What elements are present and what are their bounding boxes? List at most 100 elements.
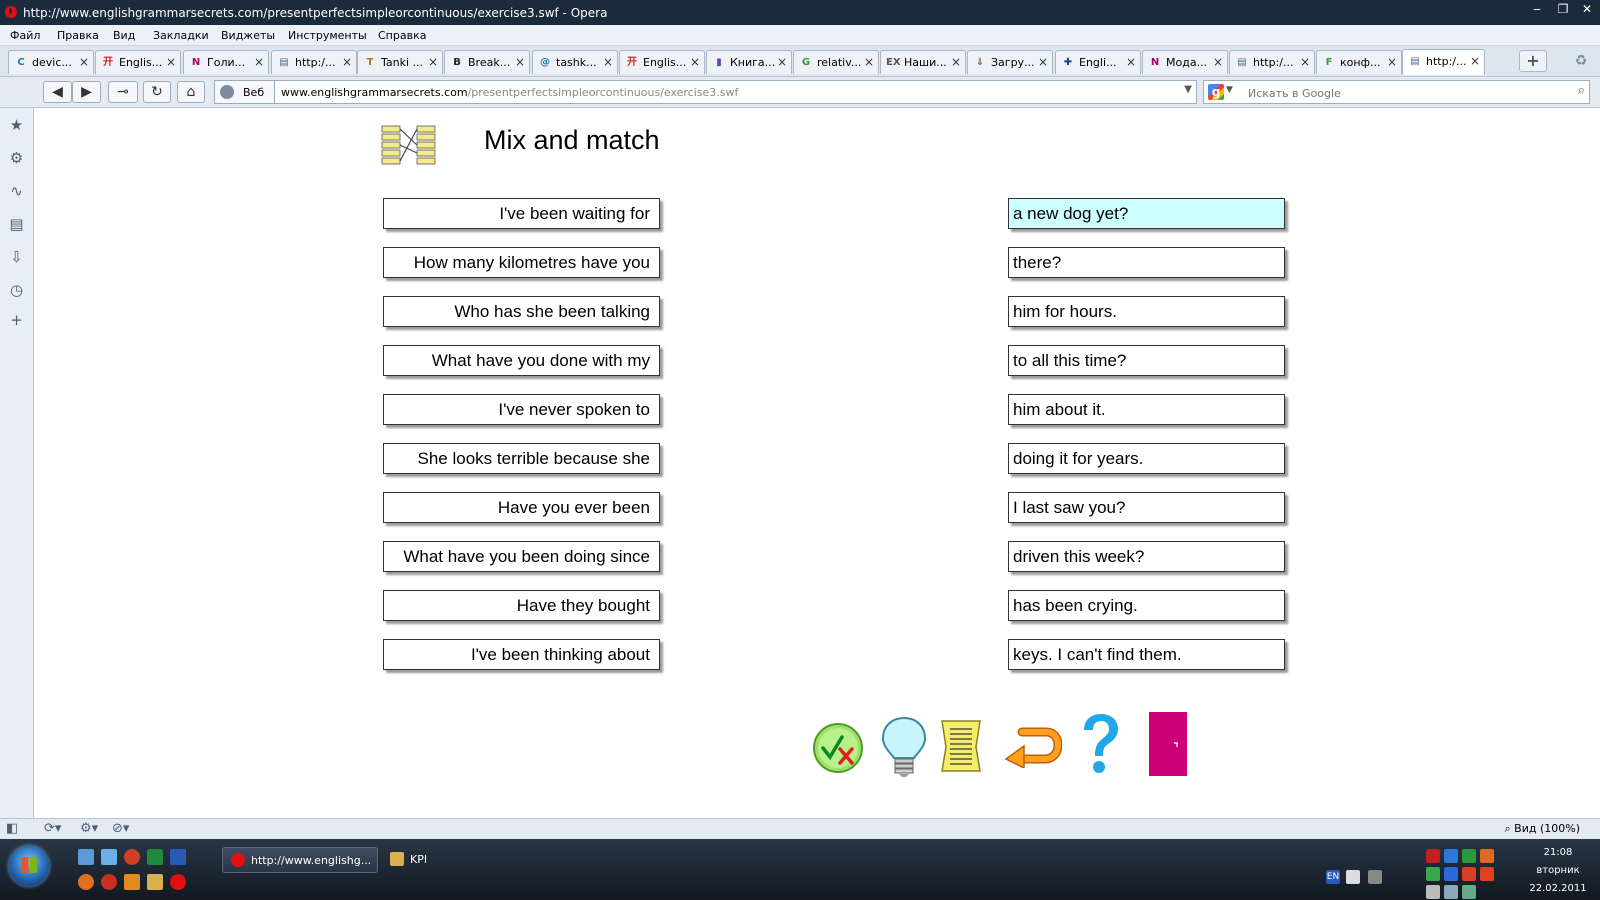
left-phrase-box[interactable]: She looks terrible because she: [383, 443, 660, 474]
tab-2[interactable]: 开 Englis... ×: [95, 50, 181, 74]
left-phrase-box[interactable]: Have they bought: [383, 590, 660, 621]
chrome-quicklaunch-icon[interactable]: [124, 849, 140, 865]
right-phrase-box[interactable]: there?: [1008, 247, 1285, 278]
bluetooth-tray-icon[interactable]: [1444, 867, 1458, 881]
right-phrase-box[interactable]: driven this week?: [1008, 541, 1285, 572]
tab-close-icon[interactable]: ×: [515, 55, 525, 69]
right-phrase-box[interactable]: keys. I can't find them.: [1008, 639, 1285, 670]
left-phrase-box[interactable]: What have you done with my: [383, 345, 660, 376]
tab-1[interactable]: Cdevic... ×: [8, 50, 94, 74]
right-phrase-box[interactable]: doing it for years.: [1008, 443, 1285, 474]
tab-6[interactable]: B Break... ×: [444, 50, 530, 74]
right-phrase-box[interactable]: I last saw you?: [1008, 492, 1285, 523]
bookmarks-panel-icon[interactable]: ★: [7, 116, 26, 135]
tab-9[interactable]: ▮ Книга... ×: [706, 50, 792, 74]
help-question-icon[interactable]: [1078, 712, 1122, 776]
language-indicator[interactable]: EN: [1326, 870, 1340, 884]
search-icon[interactable]: ⌕: [1578, 83, 1585, 98]
tool-quicklaunch-icon[interactable]: [124, 874, 140, 890]
tab-close-icon[interactable]: ×: [428, 55, 438, 69]
unite-icon[interactable]: ⚙▾: [80, 821, 98, 836]
notes-panel-icon[interactable]: ▤: [7, 215, 26, 234]
tab-close-icon[interactable]: ×: [690, 55, 700, 69]
start-button[interactable]: [9, 846, 49, 886]
menu-view[interactable]: Вид: [113, 29, 135, 42]
tab-close-icon[interactable]: ×: [951, 55, 961, 69]
tab-14[interactable]: N Мода... ×: [1142, 50, 1228, 74]
paint-quicklaunch-icon[interactable]: [101, 849, 117, 865]
help-tray-icon[interactable]: [1346, 870, 1360, 884]
home-button[interactable]: ⌂: [177, 81, 205, 103]
taskbar-item-opera[interactable]: http://www.englishg...: [222, 847, 378, 873]
menu-bookmarks[interactable]: Закладки: [153, 29, 209, 42]
nvidia-tray-icon[interactable]: [1462, 885, 1476, 899]
tab-8[interactable]: 开 Englis... ×: [619, 50, 705, 74]
word-quicklaunch-icon[interactable]: [170, 849, 186, 865]
tab-11[interactable]: EX Наши... ×: [880, 50, 966, 74]
google-icon[interactable]: g: [1208, 84, 1224, 100]
hint-lightbulb-icon[interactable]: [880, 716, 928, 778]
downloads-panel-icon[interactable]: ⇩: [7, 248, 26, 267]
minimize-button[interactable]: ‒: [1524, 1, 1550, 18]
tab-5[interactable]: T Tanki ... ×: [357, 50, 443, 74]
tab-7[interactable]: @ tashk... ×: [532, 50, 618, 74]
tab-17[interactable]: ▤ http:/... ×: [1402, 49, 1485, 75]
reset-arrow-icon[interactable]: [1002, 724, 1062, 768]
close-window-button[interactable]: ✕: [1574, 1, 1600, 18]
tab-close-icon[interactable]: ×: [603, 55, 613, 69]
opera-quicklaunch-icon[interactable]: [170, 874, 186, 890]
sync-icon[interactable]: ⟳▾: [44, 821, 61, 836]
new-tab-button[interactable]: +: [1519, 50, 1547, 72]
address-field[interactable]: www.englishgrammarsecrets.com/presentper…: [274, 80, 1197, 104]
forward-button[interactable]: ▶: [72, 81, 101, 103]
network-status-tray-icon[interactable]: [1444, 885, 1458, 899]
menu-edit[interactable]: Правка: [57, 29, 99, 42]
left-phrase-box[interactable]: I've never spoken to: [383, 394, 660, 425]
grid-tray-icon[interactable]: [1480, 867, 1494, 881]
tab-close-icon[interactable]: ×: [1300, 55, 1310, 69]
monitor-tray-icon[interactable]: [1444, 849, 1458, 863]
left-phrase-box[interactable]: How many kilometres have you: [383, 247, 660, 278]
tab-close-icon[interactable]: ×: [1126, 55, 1136, 69]
folder-quicklaunch-icon[interactable]: [147, 874, 163, 890]
right-phrase-box-selected[interactable]: a new dog yet?: [1008, 198, 1285, 229]
turbo-icon[interactable]: ⊘▾: [112, 821, 129, 836]
notes-page-icon[interactable]: [938, 718, 984, 774]
trash-icon[interactable]: ♻: [1572, 53, 1590, 71]
panel-toggle-icon[interactable]: ◧: [6, 821, 18, 836]
tool-tray-icon[interactable]: [1480, 849, 1494, 863]
check-answers-icon[interactable]: [812, 722, 864, 774]
menu-tools[interactable]: Инструменты: [288, 29, 367, 42]
desktop-quicklaunch-icon[interactable]: [78, 849, 94, 865]
tab-10[interactable]: Grelativ... ×: [793, 50, 879, 74]
tab-close-icon[interactable]: ×: [1470, 54, 1480, 68]
web-identity-chip[interactable]: Веб: [214, 80, 274, 104]
history-panel-icon[interactable]: ◷: [7, 281, 26, 300]
restore-button[interactable]: ❐: [1550, 1, 1576, 18]
taskbar-item-kpi[interactable]: KPI: [382, 847, 502, 873]
tab-close-icon[interactable]: ×: [1038, 55, 1048, 69]
left-phrase-box[interactable]: I've been waiting for: [383, 198, 660, 229]
firefox-quicklaunch-icon[interactable]: [78, 874, 94, 890]
tab-close-icon[interactable]: ×: [254, 55, 264, 69]
tab-close-icon[interactable]: ×: [1213, 55, 1223, 69]
left-phrase-box[interactable]: What have you been doing since: [383, 541, 660, 572]
right-phrase-box[interactable]: him for hours.: [1008, 296, 1285, 327]
tab-4[interactable]: ▤ http:/... ×: [271, 50, 357, 74]
add-panel-icon[interactable]: +: [7, 311, 26, 330]
reload-button[interactable]: ↻: [143, 81, 171, 103]
widgets-panel-icon[interactable]: ⚙: [7, 149, 26, 168]
zoom-control[interactable]: ⌕ Вид (100%): [1505, 822, 1581, 836]
left-phrase-box[interactable]: Who has she been talking: [383, 296, 660, 327]
links-panel-icon[interactable]: ∿: [7, 182, 26, 201]
tab-16[interactable]: Fконф... ×: [1316, 50, 1402, 74]
back-button[interactable]: ◀: [43, 81, 72, 103]
tab-close-icon[interactable]: ×: [864, 55, 874, 69]
volume-tray-icon[interactable]: [1426, 885, 1440, 899]
tab-close-icon[interactable]: ×: [342, 55, 352, 69]
tab-close-icon[interactable]: ×: [777, 55, 787, 69]
flash-tray-icon[interactable]: [1462, 867, 1476, 881]
tab-close-icon[interactable]: ×: [79, 55, 89, 69]
antivirus-tray-icon[interactable]: [1426, 849, 1440, 863]
menu-help[interactable]: Справка: [378, 29, 426, 42]
